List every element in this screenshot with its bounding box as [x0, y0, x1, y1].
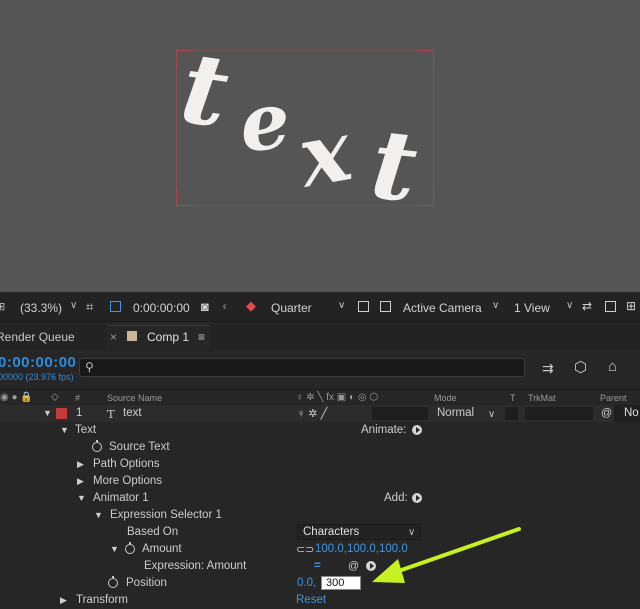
annotation-arrow-icon	[372, 527, 521, 583]
